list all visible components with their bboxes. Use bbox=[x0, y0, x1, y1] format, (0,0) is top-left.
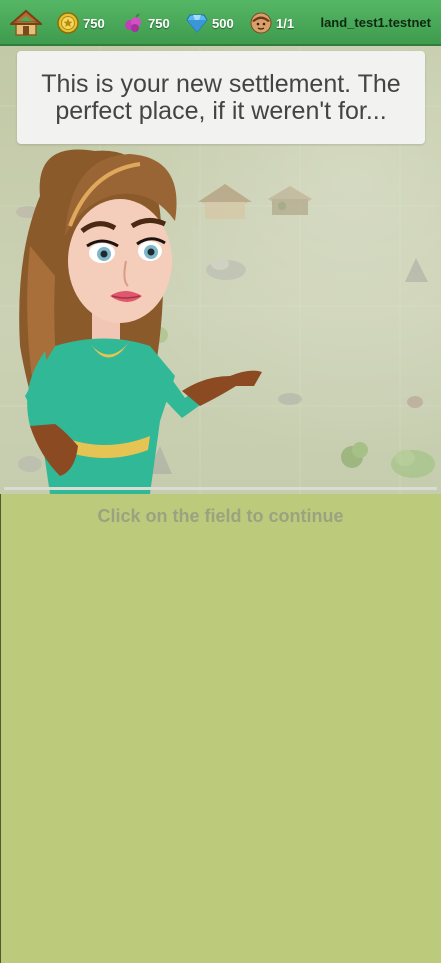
population-counter[interactable]: 1/1 bbox=[250, 0, 294, 46]
frame-edge bbox=[0, 494, 1, 963]
villager-icon bbox=[250, 12, 272, 34]
diamonds-counter[interactable]: 500 bbox=[186, 0, 234, 46]
resource-bar: 750 750 500 1/1 land_test1.testnet bbox=[0, 0, 441, 46]
ruin-building-1 bbox=[198, 184, 252, 219]
tutorial-dialog: This is your new settlement. The perfect… bbox=[17, 51, 425, 144]
username-label: land_test1.testnet bbox=[320, 15, 431, 30]
population-value: 1/1 bbox=[276, 15, 295, 31]
diamond-icon bbox=[186, 14, 208, 33]
bush-1 bbox=[391, 450, 435, 478]
rock-pile-1 bbox=[206, 258, 246, 280]
tree-1 bbox=[341, 442, 368, 468]
continue-hint[interactable]: Click on the field to continue bbox=[0, 506, 441, 527]
coin-icon bbox=[57, 12, 79, 34]
gems-counter[interactable]: 750 bbox=[122, 0, 170, 46]
ruin-building-2 bbox=[268, 186, 312, 215]
rock-2 bbox=[278, 393, 302, 405]
house-icon bbox=[10, 9, 42, 36]
coins-value: 750 bbox=[83, 15, 105, 31]
berry-icon bbox=[125, 13, 141, 32]
rock-5 bbox=[18, 456, 42, 472]
rock-1 bbox=[405, 258, 428, 282]
home-button[interactable] bbox=[10, 0, 42, 46]
diamonds-value: 500 bbox=[212, 15, 234, 31]
gems-value: 750 bbox=[148, 15, 170, 31]
rock-3 bbox=[407, 396, 423, 408]
tutorial-dialog-text: This is your new settlement. The perfect… bbox=[41, 69, 401, 125]
scene-divider bbox=[4, 487, 437, 490]
coins-counter[interactable]: 750 bbox=[57, 0, 105, 46]
game-field[interactable]: This is your new settlement. The perfect… bbox=[0, 46, 441, 494]
